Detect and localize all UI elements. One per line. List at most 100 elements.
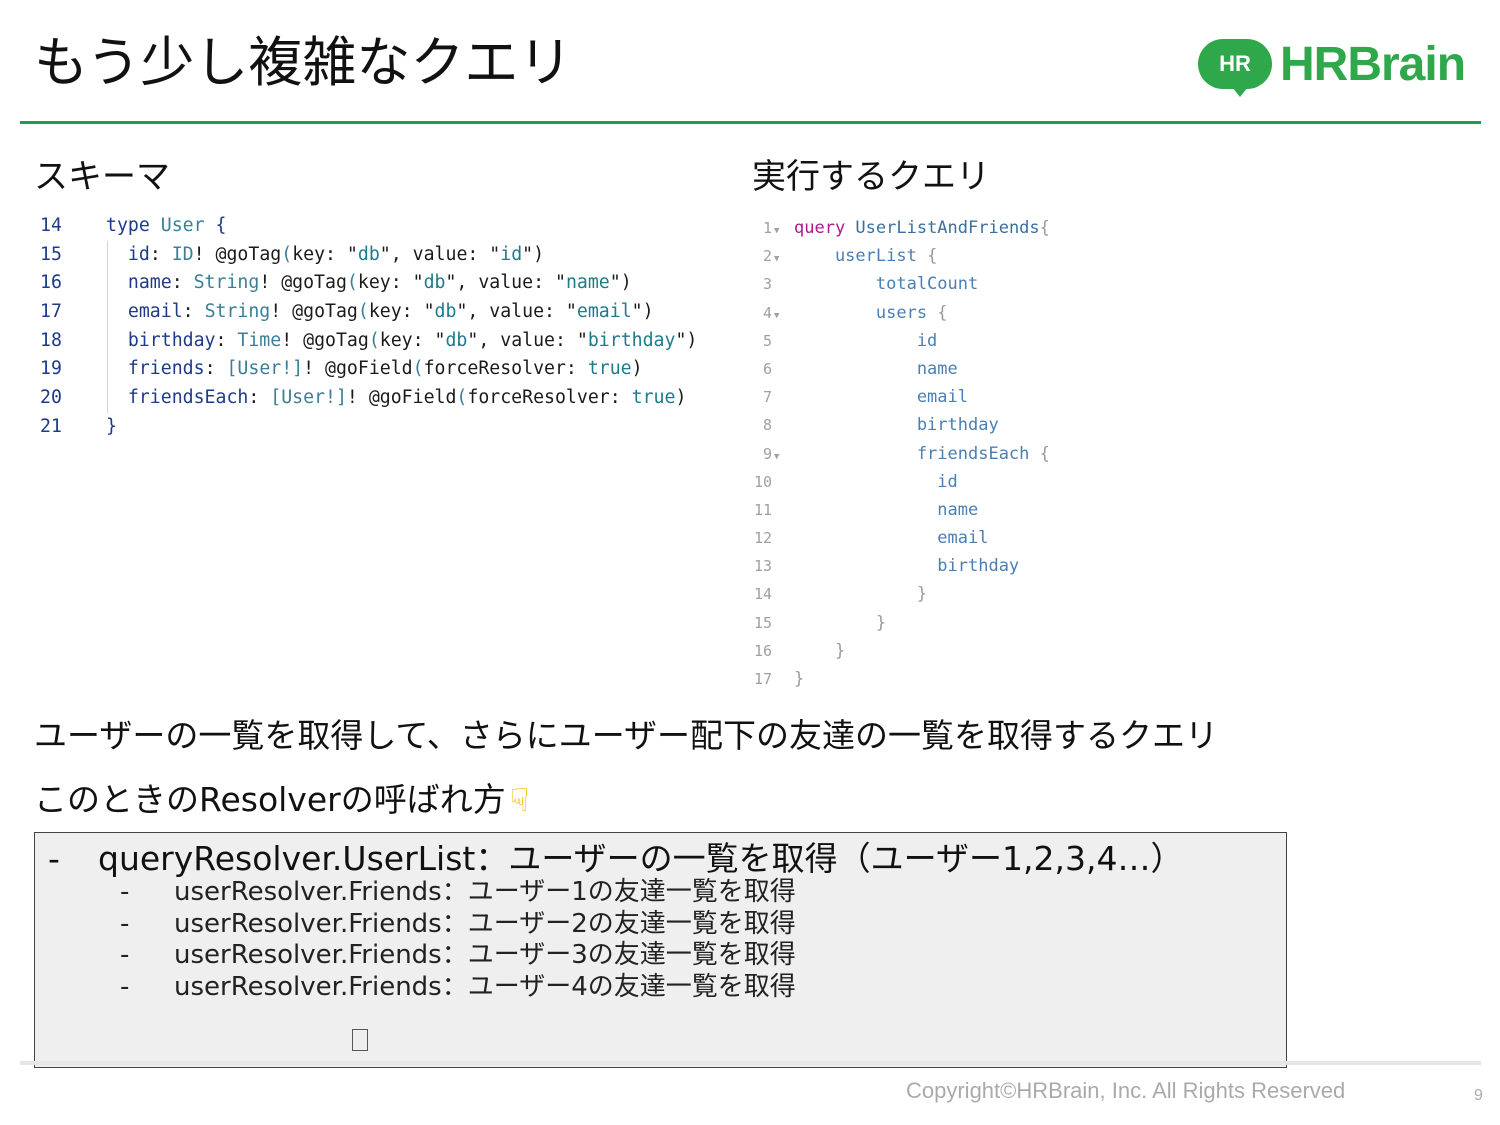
copyright-text: Copyright©HRBrain, Inc. All Rights Reser… (906, 1078, 1346, 1103)
code-token: email (794, 528, 989, 549)
fold-arrow-icon[interactable]: ▼ (772, 443, 794, 471)
code-token: ") (631, 301, 654, 323)
code-line: 11 name (748, 496, 1050, 524)
page-number: 9 (1474, 1087, 1483, 1104)
code-line: 17} (748, 665, 1050, 693)
code-token: email (576, 301, 632, 323)
code-token: type (106, 215, 150, 236)
code-token: ! @goTag (259, 272, 347, 294)
resolver-call-heading: このときのResolverの呼ばれ方 ☟ (34, 779, 529, 821)
code-token: } (794, 669, 805, 689)
root-resolver-text: queryResolver.UserList：ユーザーの一覧を取得（ユーザー1,… (98, 839, 1184, 878)
code-token: birthday (794, 415, 999, 436)
line-number: 4 (762, 303, 772, 322)
code-token: id (794, 330, 938, 351)
code-token: { (215, 215, 227, 236)
code-line: 4 ▼ users { (748, 299, 1050, 327)
bullet-dash: - (48, 839, 60, 878)
line-number: 13 (753, 557, 772, 576)
code-token: id (500, 243, 523, 265)
code-token: key: " (357, 272, 424, 294)
code-token: id (794, 471, 958, 492)
code-token: db (357, 243, 380, 265)
code-token: true (631, 387, 676, 409)
code-token: ! @goTag (281, 329, 369, 351)
code-token: ( (368, 329, 380, 351)
code-token: forceResolver: (423, 358, 588, 380)
line-number: 5 (762, 331, 772, 350)
code-line: 12 email (748, 524, 1050, 552)
code-line: 1 ▼ query UserListAndFriends{ (748, 214, 1050, 242)
code-line: 20 friendsEach: [User!]! @goField(forceR… (40, 384, 697, 413)
fold-arrow-icon[interactable]: ▼ (772, 302, 794, 330)
code-token: : (248, 387, 271, 409)
code-token: name (794, 499, 979, 520)
code-token: ( (456, 387, 468, 409)
code-token: forceResolver: (467, 387, 632, 409)
code-line: 18 birthday: Time! @goTag(key: "db", val… (40, 327, 697, 356)
code-token: ( (357, 301, 369, 323)
line-number: 14 (753, 585, 772, 604)
code-line: 17 email: String! @goTag(key: "db", valu… (40, 298, 697, 327)
line-number: 15 (753, 613, 772, 632)
footer-divider (20, 1061, 1481, 1065)
line-number: 18 (40, 329, 62, 351)
code-token: email (106, 301, 183, 323)
code-token: String (193, 272, 260, 294)
code-token: ! @goTag (270, 301, 358, 323)
code-token: [User!] (270, 387, 347, 409)
code-token: : (204, 358, 227, 380)
code-token: ! @goField (303, 358, 413, 380)
code-line: 14 type User { (40, 212, 697, 241)
code-token: : (171, 272, 194, 294)
code-line: 2 ▼ userList { (748, 242, 1050, 270)
code-token: db (434, 301, 457, 323)
code-token: ", value: " (379, 243, 501, 265)
hrbrain-logo: HR HRBrain (1198, 34, 1466, 97)
code-token: ) (631, 358, 643, 380)
code-line: 16 name: String! @goTag(key: "db", value… (40, 269, 697, 298)
fold-arrow-icon[interactable]: ▼ (772, 245, 794, 273)
code-token: : (215, 329, 238, 351)
code-token: User (149, 215, 216, 236)
code-token: ) (675, 387, 687, 409)
bullet-dash: - (120, 972, 130, 1002)
code-token: query (794, 218, 846, 238)
logo-mark: HR (1198, 39, 1272, 97)
code-line: 19 friends: [User!]! @goField(forceResol… (40, 355, 697, 384)
code-token: } (794, 612, 887, 633)
code-token: totalCount (794, 274, 979, 295)
code-token: name (794, 358, 958, 379)
code-token: db (445, 329, 468, 351)
code-token: birthday (794, 556, 1020, 577)
resolver-call-heading-text: このときのResolverの呼ばれ方 (34, 780, 506, 819)
line-number: 21 (40, 415, 62, 437)
code-token: name (106, 272, 172, 294)
code-token: ! @goTag (193, 243, 282, 265)
code-token: users (794, 302, 938, 323)
line-number: 17 (753, 670, 772, 688)
code-token: name (565, 272, 610, 294)
code-line: 6 name (748, 355, 1050, 383)
code-token: : (182, 301, 205, 323)
schema-heading: スキーマ (34, 157, 170, 197)
bullet-dash: - (120, 909, 130, 939)
fold-arrow-icon[interactable]: ▼ (772, 217, 794, 245)
code-token: friends (106, 358, 205, 380)
child-resolver-item: - userResolver.Friends：ユーザー4の友達一覧を取得 (120, 971, 796, 1003)
child-resolver-item: - userResolver.Friends：ユーザー1の友達一覧を取得 (120, 876, 796, 908)
line-number: 1 (762, 219, 772, 237)
title-divider (20, 121, 1481, 124)
code-token: key: " (368, 301, 435, 323)
code-token: ID (171, 243, 194, 265)
child-resolver-text: userResolver.Friends：ユーザー2の友達一覧を取得 (174, 909, 796, 939)
code-token: true (587, 358, 632, 380)
child-resolver-item: - userResolver.Friends：ユーザー3の友達一覧を取得 (120, 939, 796, 971)
code-token: ! @goField (346, 387, 457, 409)
code-line: 15 } (748, 609, 1050, 637)
query-code-block: 1 ▼ query UserListAndFriends{2 ▼ userList {… (748, 214, 1050, 693)
code-line: 5 id (748, 327, 1050, 355)
code-token: { (937, 302, 948, 323)
code-token: Time (237, 329, 282, 351)
line-number: 8 (762, 416, 772, 435)
